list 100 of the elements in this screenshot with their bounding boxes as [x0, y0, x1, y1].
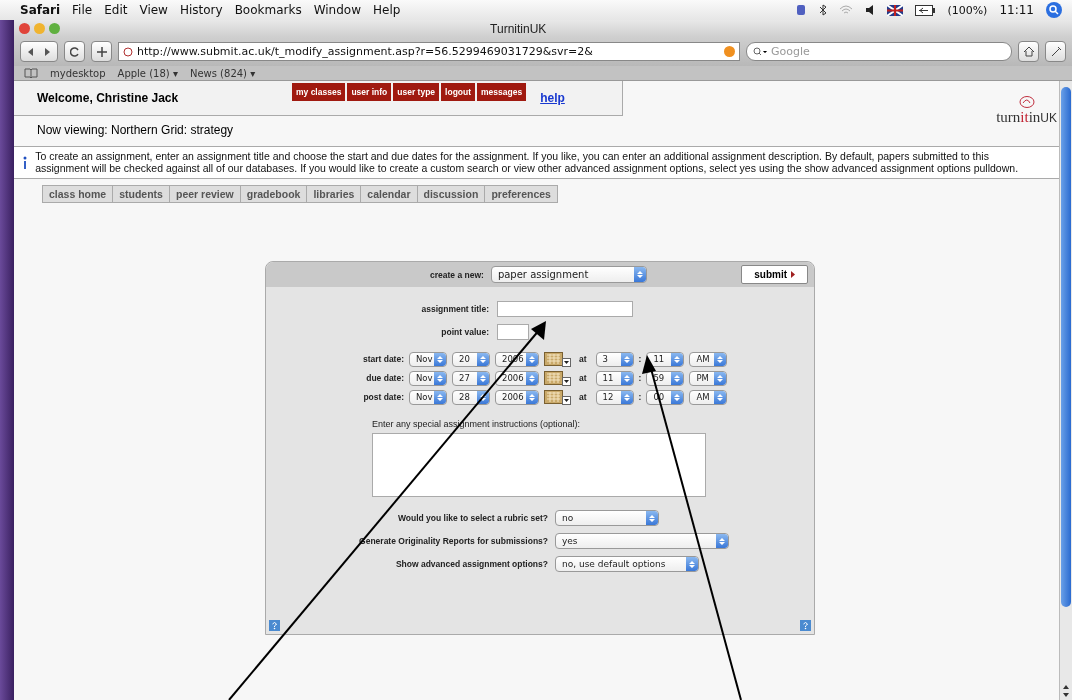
menu-item[interactable]: File	[72, 3, 93, 17]
points-input[interactable]	[497, 324, 529, 340]
option-dropdown[interactable]: no, use default options	[555, 556, 699, 572]
clock[interactable]: 11:11	[999, 3, 1034, 17]
tab[interactable]: calendar	[361, 185, 418, 203]
address-field[interactable]: http://www.submit.ac.uk/t_modify_assignment.asp?r=56.5299469031729&svr=2&	[118, 42, 740, 61]
question-label: Show advanced assignment options?	[394, 559, 548, 569]
type-dropdown[interactable]: paper assignment	[490, 266, 647, 283]
tab[interactable]: peer review	[169, 185, 241, 203]
stepper-icon	[636, 270, 643, 279]
battery-icon[interactable]	[915, 4, 936, 16]
triangle-icon	[791, 271, 795, 278]
search-icon	[753, 46, 767, 57]
stepper-icon	[529, 392, 535, 402]
back-forward-button[interactable]	[20, 41, 58, 62]
day-dropdown[interactable]: 28	[452, 389, 490, 405]
title-input[interactable]	[497, 301, 633, 317]
menu-item[interactable]: Safari	[20, 3, 61, 17]
ampm-dropdown[interactable]: AM	[689, 389, 728, 405]
volume-icon[interactable]	[865, 4, 876, 16]
viewing-text: Now viewing: Northern Grid: strategy	[36, 122, 235, 139]
script-icon[interactable]	[795, 4, 808, 16]
bluetooth-icon[interactable]	[819, 4, 828, 16]
add-bookmark-button[interactable]	[91, 41, 112, 62]
stepper-icon	[437, 392, 443, 402]
tab[interactable]: students	[113, 185, 170, 203]
battery-percent: (100%)	[947, 3, 988, 17]
stepper-icon	[719, 536, 725, 546]
menu-item[interactable]: Help	[373, 3, 401, 17]
help-icon[interactable]	[800, 620, 811, 631]
book-icon[interactable]	[24, 68, 38, 78]
field-label: point value:	[440, 327, 489, 337]
option-dropdown[interactable]: yes	[555, 533, 729, 549]
calendar-icon[interactable]	[544, 389, 572, 405]
at-label: at	[579, 373, 587, 383]
arrows-icon	[27, 46, 51, 57]
tab[interactable]: preferences	[485, 185, 558, 203]
stepper-icon	[649, 513, 655, 523]
scroll-arrows-icon[interactable]	[1062, 684, 1070, 698]
stepper-icon	[717, 373, 724, 383]
ampm-dropdown[interactable]: AM	[689, 351, 728, 367]
option-dropdown[interactable]: no	[555, 510, 659, 526]
month-dropdown[interactable]: Nov	[409, 389, 447, 405]
year-dropdown[interactable]: 2006	[495, 370, 539, 386]
minute-dropdown[interactable]: 59	[646, 370, 685, 386]
logo-icon	[1017, 95, 1036, 109]
help-icon[interactable]	[269, 620, 280, 631]
day-dropdown[interactable]: 20	[452, 351, 490, 367]
calendar-icon[interactable]	[544, 370, 572, 386]
at-label: at	[579, 392, 587, 402]
time-separator: :	[638, 373, 642, 383]
tab[interactable]: gradebook	[240, 185, 308, 203]
bookmark-item[interactable]: News (824) ▾	[189, 67, 256, 79]
nav-button[interactable]: messages	[477, 83, 527, 101]
reload-button[interactable]	[64, 41, 85, 62]
nav-button[interactable]: user info	[347, 83, 392, 101]
stepper-icon	[623, 392, 630, 402]
home-icon	[1022, 46, 1035, 57]
tab[interactable]: libraries	[307, 185, 362, 203]
stepper-icon	[674, 392, 681, 402]
stepper-icon	[437, 354, 443, 364]
hour-dropdown[interactable]: 11	[595, 370, 634, 386]
month-dropdown[interactable]: Nov	[409, 370, 447, 386]
menu-item[interactable]: History	[179, 3, 223, 17]
day-dropdown[interactable]: 27	[452, 370, 490, 386]
scrollbar[interactable]	[1059, 81, 1072, 700]
nav-button[interactable]: my classes	[292, 83, 346, 101]
flag-icon[interactable]	[887, 4, 904, 16]
submit-button[interactable]: submit	[741, 265, 808, 284]
month-dropdown[interactable]: Nov	[409, 351, 447, 367]
bookmark-item[interactable]: Apple (18) ▾	[117, 67, 178, 79]
welcome-text: Welcome, Christine Jack	[37, 91, 180, 105]
ampm-dropdown[interactable]: PM	[689, 370, 728, 386]
field-label: start date:	[361, 354, 404, 364]
menu-item[interactable]: Bookmarks	[234, 3, 302, 17]
help-link[interactable]: help	[540, 91, 565, 105]
menu-item[interactable]: View	[139, 3, 168, 17]
window-title: TurnitinUK	[490, 21, 547, 36]
menu-item[interactable]: Edit	[104, 3, 128, 17]
menu-item[interactable]: Window	[313, 3, 361, 17]
field-label: create a new:	[430, 269, 484, 280]
info-text: To create an assignment, enter an assignment title and choose the start and due dates for the assignment. If you like, you can enter an additional assignment description. By default, papers submitted to this assignment will be checked against all of our databases. If you would like to create a custom search or view other advanced assignment options, select yes using the show advanced assignment options pulldown.	[35, 151, 1020, 174]
hour-dropdown[interactable]: 3	[595, 351, 634, 367]
field-label: due date:	[365, 373, 404, 383]
year-dropdown[interactable]: 2006	[495, 389, 539, 405]
minute-dropdown[interactable]: 11	[646, 351, 685, 367]
home-button[interactable]	[1018, 41, 1039, 62]
tab[interactable]: class home	[42, 185, 114, 203]
search-icon[interactable]	[1046, 2, 1062, 18]
close-button[interactable]	[19, 23, 30, 34]
bookmark-item[interactable]: mydesktop	[50, 67, 106, 79]
calendar-icon[interactable]	[544, 351, 572, 367]
question-label: Would you like to select a rubric set?	[396, 513, 548, 523]
stepper-icon	[674, 354, 681, 364]
nav-button[interactable]: user type	[393, 83, 440, 101]
hour-dropdown[interactable]: 12	[595, 389, 634, 405]
nav-button[interactable]: logout	[441, 83, 476, 101]
tab[interactable]: discussion	[417, 185, 486, 203]
bug-report-button[interactable]	[1045, 41, 1066, 62]
reload-icon	[69, 46, 80, 57]
